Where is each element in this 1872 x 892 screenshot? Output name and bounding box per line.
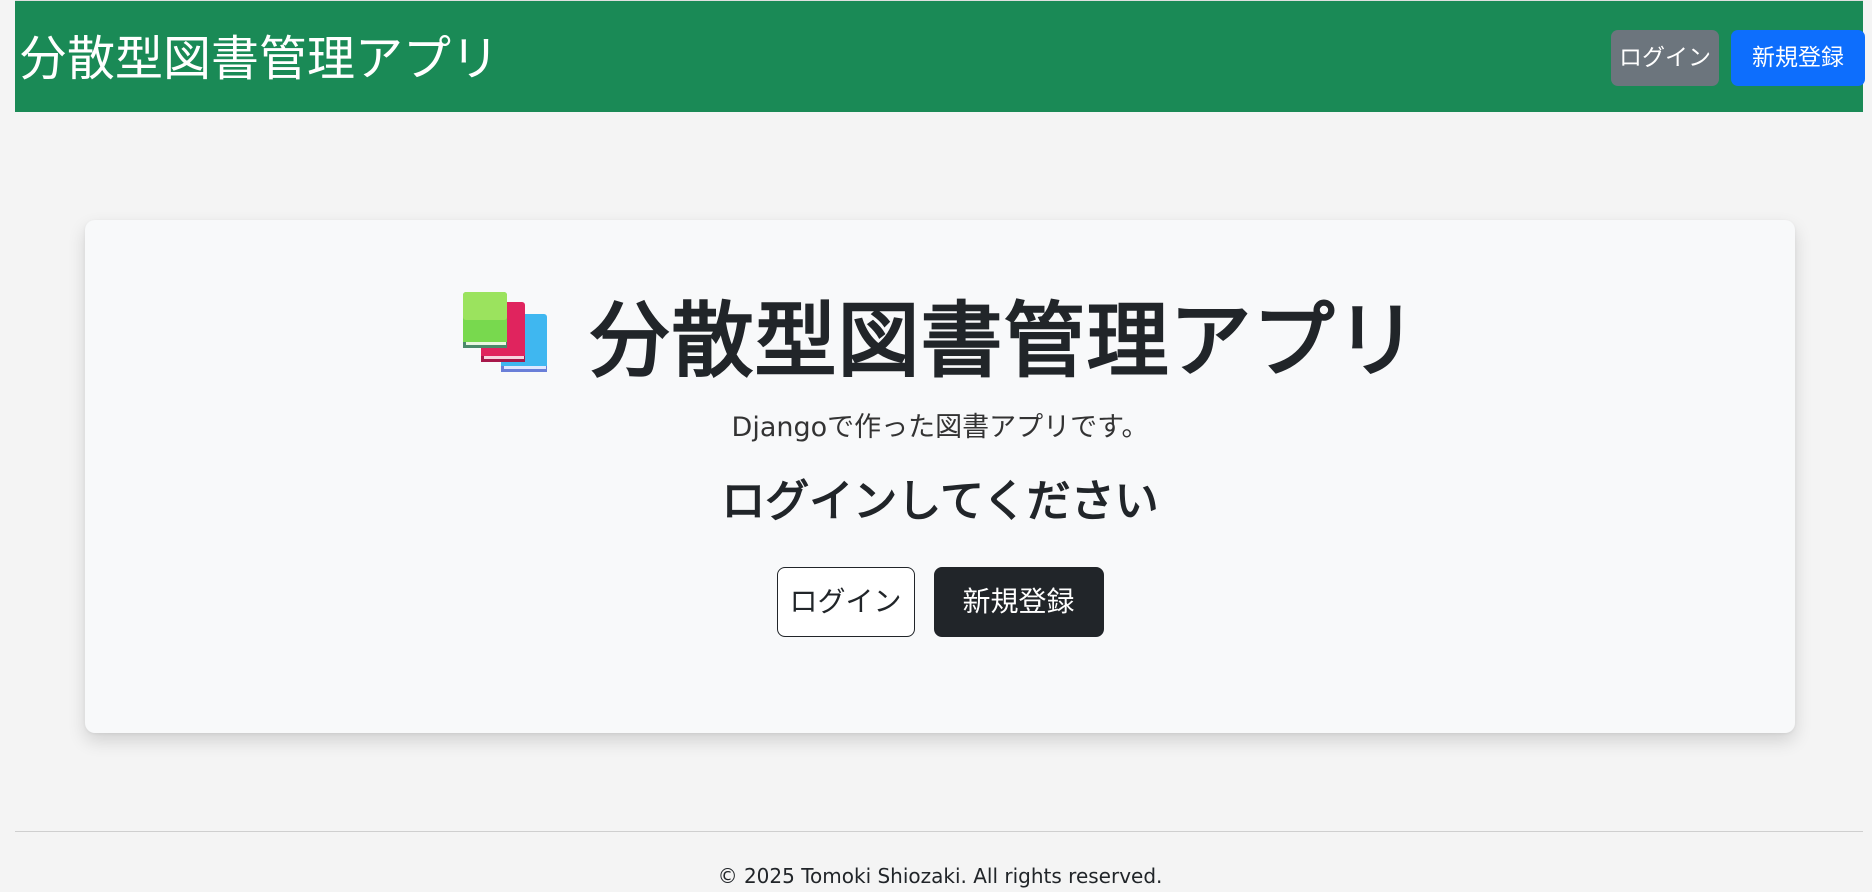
login-prompt: ログインしてください (721, 476, 1159, 527)
navbar-brand[interactable]: 分散型図書管理アプリ (19, 29, 499, 89)
hero-register-button[interactable]: 新規登録 (933, 567, 1104, 637)
hero-button-row: ログイン 新規登録 (85, 567, 1795, 639)
hero-login-button[interactable]: ログイン (776, 567, 915, 637)
welcome-card: 分散型図書管理アプリ Djangoで作った図書アプリです。 ログインしてください… (85, 220, 1795, 733)
footer-copyright: © 2025 Tomoki Shiozaki. All rights reser… (717, 864, 1163, 888)
hero-subtitle: Djangoで作った図書アプリです。 (731, 412, 1149, 443)
footer-divider (15, 831, 1863, 832)
navbar: 分散型図書管理アプリ ログイン 新規登録 (15, 0, 1865, 112)
books-icon (461, 292, 549, 376)
hero-title-row: 分散型図書管理アプリ (85, 292, 1795, 392)
navbar-register-button[interactable]: 新規登録 (1731, 30, 1865, 86)
hero-title: 分散型図書管理アプリ (588, 294, 1419, 389)
navbar-login-button[interactable]: ログイン (1611, 30, 1719, 86)
